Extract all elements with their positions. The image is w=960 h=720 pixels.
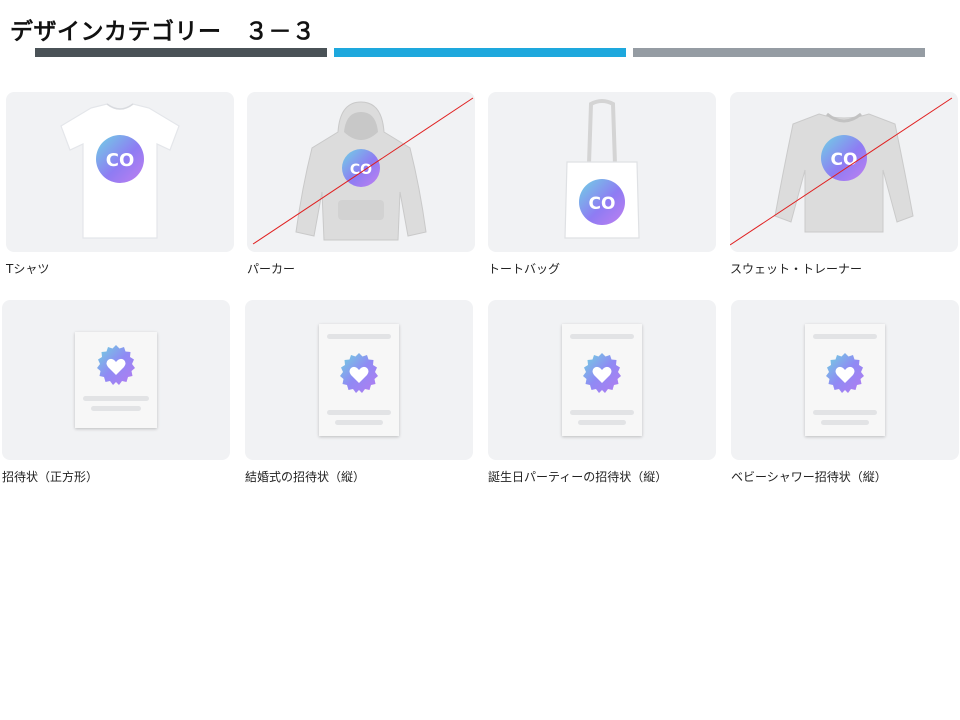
invitation-card-image xyxy=(805,324,885,436)
tote-bag-image: CO xyxy=(564,99,640,239)
invitation-card-image xyxy=(319,324,399,436)
card-label[interactable]: 結婚式の招待状（縦） xyxy=(245,469,473,486)
card-thumbnail[interactable]: CO xyxy=(6,92,234,252)
category-card-tote-bag[interactable]: CO トートバッグ xyxy=(488,92,716,278)
invitation-card-image xyxy=(75,332,157,428)
card-label[interactable]: 招待状（正方形） xyxy=(2,469,230,486)
hoodie-image: CO xyxy=(295,101,427,241)
card-thumbnail[interactable] xyxy=(2,300,230,460)
logo-text: CO xyxy=(831,150,858,170)
tshirt-image: CO xyxy=(60,103,180,239)
logo-text: CO xyxy=(106,150,135,171)
card-thumbnail[interactable]: CO xyxy=(247,92,475,252)
heart-badge-icon xyxy=(583,353,621,393)
logo-text: CO xyxy=(589,194,616,214)
category-card-baby-shower-invitation[interactable]: ベビーシャワー招待状（縦） xyxy=(731,300,959,486)
progress-segment-3 xyxy=(633,48,925,57)
category-card-hoodie[interactable]: CO パーカー xyxy=(247,92,475,278)
heart-badge-icon xyxy=(826,353,864,393)
progress-segment-1 xyxy=(35,48,327,57)
category-card-invitation-square[interactable]: 招待状（正方形） xyxy=(2,300,230,486)
category-card-tshirt[interactable]: CO Tシャツ xyxy=(6,92,234,278)
card-label[interactable]: Tシャツ xyxy=(6,261,234,278)
heart-badge-icon xyxy=(97,345,135,385)
card-thumbnail[interactable] xyxy=(488,300,716,460)
category-card-wedding-invitation[interactable]: 結婚式の招待状（縦） xyxy=(245,300,473,486)
category-card-sweatshirt[interactable]: CO スウェット・トレーナー xyxy=(730,92,958,278)
card-thumbnail[interactable] xyxy=(731,300,959,460)
card-label[interactable]: パーカー xyxy=(247,261,475,278)
card-label[interactable]: スウェット・トレーナー xyxy=(730,261,958,278)
sweatshirt-image: CO xyxy=(774,112,914,233)
card-thumbnail[interactable]: CO xyxy=(488,92,716,252)
card-label[interactable]: トートバッグ xyxy=(488,261,716,278)
card-thumbnail[interactable] xyxy=(245,300,473,460)
page-title: デザインカテゴリー ３－３ xyxy=(10,19,316,45)
category-card-birthday-invitation[interactable]: 誕生日パーティーの招待状（縦） xyxy=(488,300,716,486)
invitation-card-image xyxy=(562,324,642,436)
card-label[interactable]: 誕生日パーティーの招待状（縦） xyxy=(488,469,716,486)
card-thumbnail[interactable]: CO xyxy=(730,92,958,252)
progress-segment-2 xyxy=(334,48,626,57)
logo-text: CO xyxy=(350,162,372,178)
card-label[interactable]: ベビーシャワー招待状（縦） xyxy=(731,469,959,486)
heart-badge-icon xyxy=(340,353,378,393)
